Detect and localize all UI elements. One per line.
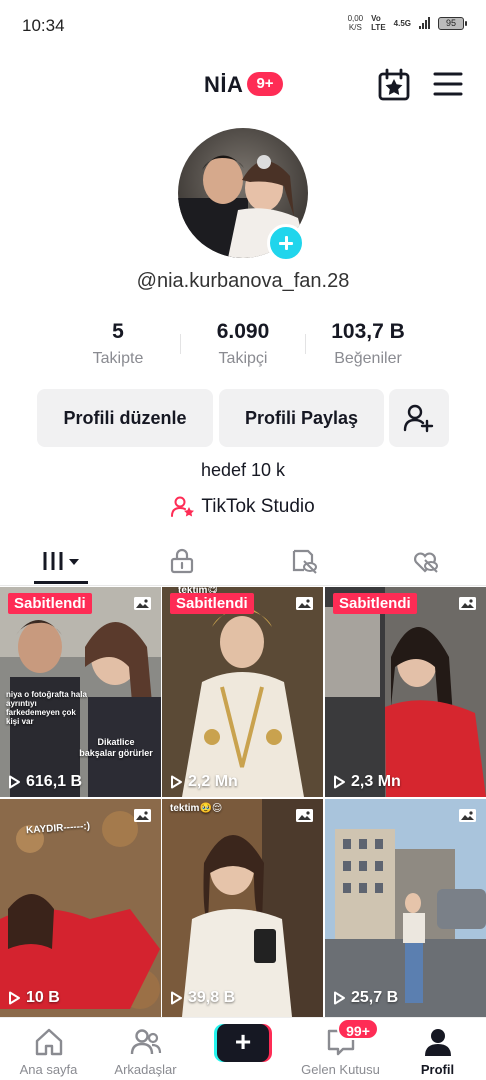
network-gen: 4.5G xyxy=(393,18,411,28)
profile-title[interactable]: NİA xyxy=(204,72,243,98)
create-button[interactable]: + xyxy=(214,1024,272,1062)
nav-label: Gelen Kutusu xyxy=(301,1062,380,1077)
view-count: 39,8 B xyxy=(170,989,235,1007)
video-grid: Sabitlendi niya o fotoğrafta hala ayrınt… xyxy=(0,587,486,1017)
stat-value: 5 xyxy=(112,320,124,343)
video-tile[interactable]: Sabitlendi niya o fotoğrafta hala ayrınt… xyxy=(0,587,161,797)
liked-hidden-icon xyxy=(414,552,439,573)
play-icon xyxy=(171,991,182,1005)
photo-icon xyxy=(134,597,151,610)
bottom-nav: Ana sayfa Arkadaşlar + Gelen Kutusu Prof… xyxy=(0,1017,486,1080)
videos-grid-icon xyxy=(43,551,79,570)
signal-icon xyxy=(419,17,430,29)
reposts-icon xyxy=(292,549,317,574)
stat-label: Beğeniler xyxy=(334,350,402,367)
photo-icon xyxy=(296,809,313,822)
stat-value: 103,7 B xyxy=(331,320,405,343)
tiktok-studio-link[interactable]: TikTok Studio xyxy=(0,494,486,520)
home-icon xyxy=(35,1028,63,1056)
menu-icon[interactable] xyxy=(433,70,463,98)
calendar-star-icon[interactable] xyxy=(377,68,411,102)
pinned-badge: Sabitlendi xyxy=(8,593,92,614)
content-tabs xyxy=(0,536,486,586)
video-tile[interactable]: tektim🥹😌 39,8 B xyxy=(162,799,323,1017)
pinned-badge: Sabitlendi xyxy=(170,593,254,614)
video-tile[interactable]: 25,7 B xyxy=(325,799,486,1017)
tab-liked[interactable] xyxy=(365,536,486,585)
status-bar: 10:34 0,00 K/S Vo LTE 4.5G 95 xyxy=(0,0,486,50)
active-tab-indicator xyxy=(34,581,88,584)
profile-handle: @nia.kurbanova_fan.28 xyxy=(136,270,350,292)
tab-videos[interactable] xyxy=(0,536,122,585)
nav-label: Arkadaşlar xyxy=(114,1062,177,1077)
pinned-badge: Sabitlendi xyxy=(333,593,417,614)
play-icon xyxy=(334,775,345,789)
stat-likes[interactable]: 103,7 B Beğeniler xyxy=(308,320,428,368)
play-icon xyxy=(171,775,182,789)
play-icon xyxy=(334,991,345,1005)
status-indicators: 0,00 K/S Vo LTE 4.5G 95 xyxy=(347,14,467,32)
tab-reposts[interactable] xyxy=(243,536,365,585)
video-tile[interactable]: KAYDIR------:) 10 B xyxy=(0,799,161,1017)
stat-following[interactable]: 5 Takipte xyxy=(58,320,178,368)
video-tile[interactable]: Sabitlendi 2,3 Mn xyxy=(325,587,486,797)
network-speed: 0,00 K/S xyxy=(347,14,364,32)
tab-private[interactable] xyxy=(122,536,244,585)
profile-header: NİA 9+ xyxy=(0,62,486,108)
profile-icon xyxy=(425,1029,451,1056)
view-count: 616,1 B xyxy=(8,773,82,791)
add-friend-button[interactable] xyxy=(389,389,449,447)
profile-stats: 5 Takipte 6.090 Takipçi 103,7 B Beğenile… xyxy=(0,320,486,376)
video-thumbnail xyxy=(325,799,486,1017)
profile-bio: hedef 10 k xyxy=(200,460,286,480)
nav-profile[interactable]: Profil xyxy=(389,1024,486,1080)
photo-icon xyxy=(296,597,313,610)
stat-value: 6.090 xyxy=(216,320,270,343)
studio-label: TikTok Studio xyxy=(201,496,315,517)
friends-icon xyxy=(130,1029,162,1055)
view-count: 25,7 B xyxy=(333,989,398,1007)
add-friend-icon xyxy=(403,404,434,433)
create-plus-icon: + xyxy=(217,1024,269,1062)
account-badge[interactable]: 9+ xyxy=(247,72,283,96)
video-thumbnail xyxy=(162,799,323,1017)
network-type: Vo LTE xyxy=(371,14,386,32)
video-thumbnail xyxy=(325,587,486,797)
private-lock-icon xyxy=(171,548,194,573)
video-caption: tektim🥹😌 xyxy=(170,803,223,814)
photo-icon xyxy=(459,597,476,610)
stat-divider xyxy=(305,334,306,354)
stat-followers[interactable]: 6.090 Takipçi xyxy=(183,320,303,368)
studio-person-star-icon xyxy=(171,496,195,517)
play-icon xyxy=(9,991,20,1005)
video-thumbnail xyxy=(162,587,323,797)
play-icon xyxy=(9,775,20,789)
nav-home[interactable]: Ana sayfa xyxy=(0,1024,97,1080)
stat-divider xyxy=(180,334,181,354)
nav-friends[interactable]: Arkadaşlar xyxy=(97,1024,194,1080)
battery-icon: 95 xyxy=(438,16,467,30)
video-caption: niya o fotoğrafta hala ayrıntıyı farkede… xyxy=(6,690,87,726)
nav-label: Profil xyxy=(420,1062,455,1077)
photo-icon xyxy=(459,809,476,822)
edit-profile-button[interactable]: Profili düzenle xyxy=(37,389,213,447)
stat-label: Takipçi xyxy=(218,350,268,367)
add-story-plus-icon[interactable] xyxy=(267,224,305,262)
profile-actions: Profili düzenle Profili Paylaş xyxy=(0,389,486,447)
view-count: 2,2 Mn xyxy=(170,773,238,791)
share-profile-button[interactable]: Profili Paylaş xyxy=(219,389,384,447)
view-count: 2,3 Mn xyxy=(333,773,401,791)
video-caption: Dikatlice bakşalar görürler xyxy=(79,737,153,758)
inbox-badge: 99+ xyxy=(337,1018,379,1040)
status-time: 10:34 xyxy=(22,16,65,35)
photo-icon xyxy=(134,809,151,822)
stat-label: Takipte xyxy=(92,350,144,367)
view-count: 10 B xyxy=(8,989,60,1007)
video-tile[interactable]: tektim😋 Sabitlendi 2,2 Mn xyxy=(162,587,323,797)
nav-label: Ana sayfa xyxy=(19,1062,78,1077)
